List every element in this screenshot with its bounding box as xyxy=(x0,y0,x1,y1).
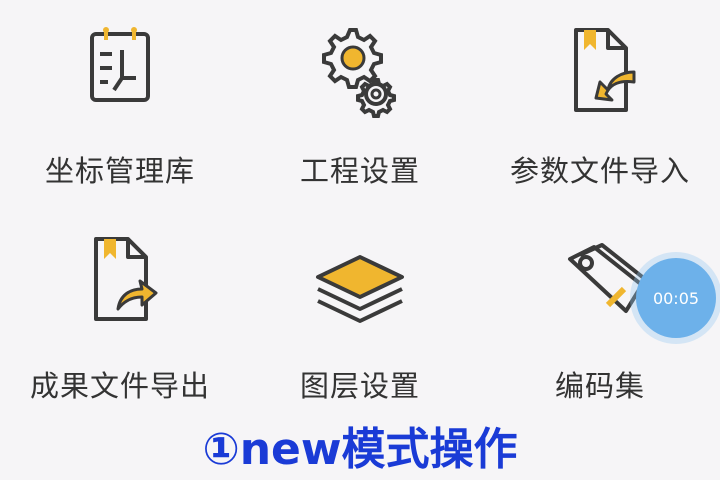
menu-item-label: 成果文件导出 xyxy=(29,369,210,403)
file-import-icon xyxy=(574,28,636,112)
tag-icon xyxy=(568,243,650,313)
menu-item-coordinate-library[interactable]: 坐标管理库 xyxy=(0,0,240,210)
coordinate-library-icon xyxy=(90,27,150,102)
menu-item-layer-settings[interactable]: 图层设置 xyxy=(240,215,480,425)
video-caption: ①new模式操作 xyxy=(202,424,518,475)
menu-item-label: 图层设置 xyxy=(299,369,420,403)
menu-item-param-import[interactable]: 参数文件导入 xyxy=(480,0,720,210)
layers-icon xyxy=(316,255,404,323)
menu-item-label: 参数文件导入 xyxy=(509,154,690,188)
file-export-icon xyxy=(94,237,158,321)
menu-item-label: 坐标管理库 xyxy=(44,154,195,188)
menu-item-label: 编码集 xyxy=(554,369,645,403)
gears-icon xyxy=(322,28,396,118)
menu-item-result-export[interactable]: 成果文件导出 xyxy=(0,215,240,425)
menu-item-label: 工程设置 xyxy=(299,154,420,188)
menu-grid: 坐标管理库 工程设置 参数文件导入 成果文件导出 图层设置 编码集 xyxy=(0,0,720,420)
recording-timer-badge[interactable]: 00:05 xyxy=(636,258,716,338)
menu-item-project-settings[interactable]: 工程设置 xyxy=(240,0,480,210)
